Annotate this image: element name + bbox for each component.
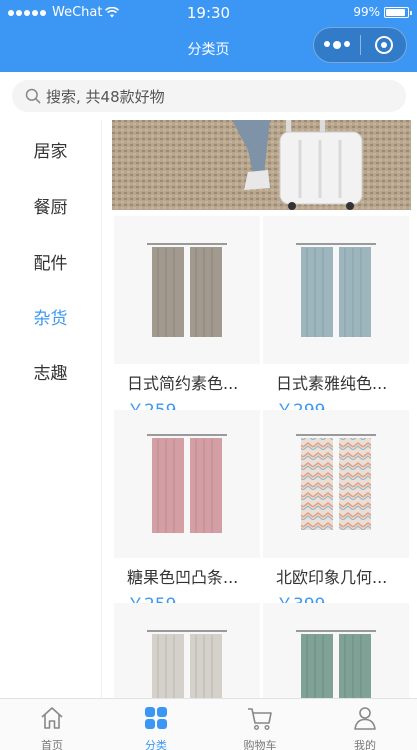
bottom-tab-bar: 首页 分类 购物车 我的 [0,698,417,750]
nav-bar: 分类页 [0,26,417,72]
tab-label: 首页 [41,739,63,750]
category-item-accessories[interactable]: 配件 [0,233,101,289]
home-icon [41,707,63,729]
tab-category[interactable]: 分类 [104,699,208,750]
product-image [263,216,409,364]
category-item-kitchen[interactable]: 餐厨 [0,177,101,233]
search-placeholder: 搜索, 共48款好物 [46,87,165,106]
search-input[interactable]: 搜索, 共48款好物 [12,80,406,112]
tab-cart[interactable]: 购物车 [208,699,312,750]
category-grid-icon [145,707,167,729]
product-name: 糖果色凹凸条... [127,568,239,587]
product-card[interactable]: 北欧印象几何... ￥399 [263,410,409,615]
close-miniprogram-button[interactable] [361,36,406,54]
miniprogram-capsule [313,27,407,63]
category-page: WeChat 19:30 99% 分类页 搜索, 共48款好物 居家 餐厨 配件 [0,0,417,750]
product-image [263,603,409,698]
category-sidebar: 居家 餐厨 配件 杂货 志趣 [0,120,102,698]
search-icon [25,88,41,104]
product-name: 北欧印象几何... [276,568,388,587]
product-content: 日式简约素色... ￥259 日式素雅纯色... ￥299 [112,120,411,698]
status-bar: WeChat 19:30 99% [0,0,417,26]
battery-area: 99% [353,5,412,19]
product-image [114,410,260,558]
cart-icon [248,708,272,731]
target-circle-icon [374,36,393,54]
tab-profile[interactable]: 我的 [313,699,417,750]
category-item-hobbies[interactable]: 志趣 [0,343,101,399]
category-item-groceries[interactable]: 杂货 [0,288,101,344]
product-image [114,603,260,698]
product-card[interactable] [114,603,260,698]
battery-percent: 99% [353,5,380,19]
product-name: 日式简约素色... [127,374,239,393]
product-card[interactable]: 日式简约素色... ￥259 [114,216,260,421]
more-menu-icon[interactable] [314,41,360,49]
product-image [263,410,409,558]
battery-icon [384,6,412,18]
product-image [114,216,260,364]
search-bar: 搜索, 共48款好物 [0,72,417,120]
product-card[interactable]: 日式素雅纯色... ￥299 [263,216,409,421]
user-icon [354,707,376,730]
tab-label: 分类 [145,739,167,750]
category-banner-image[interactable] [112,120,411,210]
tab-label: 购物车 [243,739,277,750]
product-card[interactable] [263,603,409,698]
tab-label: 我的 [354,739,376,750]
tab-home[interactable]: 首页 [0,699,104,750]
product-card[interactable]: 糖果色凹凸条... ￥259 [114,410,260,615]
product-name: 日式素雅纯色... [276,374,388,393]
category-item-home[interactable]: 居家 [0,121,101,177]
